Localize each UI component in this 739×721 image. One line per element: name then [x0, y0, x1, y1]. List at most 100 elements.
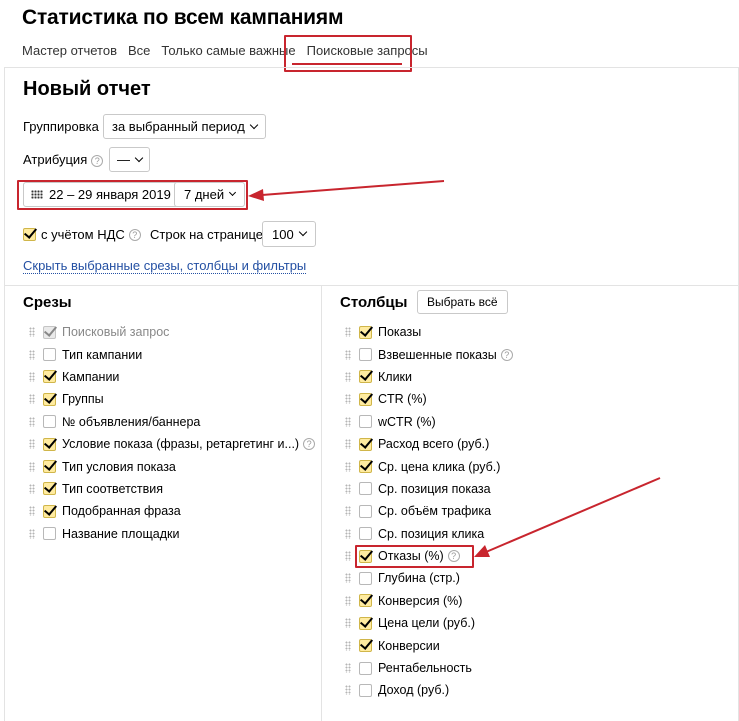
list-item[interactable]: Условие показа (фразы, ретаргетинг и...)…: [29, 433, 316, 455]
drag-handle-icon[interactable]: [345, 573, 351, 584]
list-item[interactable]: Цена цели (руб.): [345, 612, 513, 634]
drag-handle-icon[interactable]: [345, 394, 351, 405]
checkbox[interactable]: [359, 392, 372, 406]
list-item[interactable]: Ср. объём трафика: [345, 500, 513, 522]
checkbox[interactable]: [359, 325, 372, 339]
checkbox[interactable]: [43, 482, 56, 496]
list-item[interactable]: Тип кампании: [29, 343, 315, 365]
help-icon[interactable]: ?: [303, 438, 316, 451]
drag-handle-icon[interactable]: [29, 528, 35, 539]
list-item[interactable]: Кампании: [29, 366, 315, 388]
drag-handle-icon[interactable]: [345, 551, 351, 562]
drag-handle-icon[interactable]: [345, 371, 351, 382]
select-all-button[interactable]: Выбрать всё: [417, 290, 508, 314]
list-item[interactable]: CTR (%): [345, 388, 513, 410]
checkbox[interactable]: [43, 392, 56, 406]
checkbox[interactable]: [359, 594, 372, 608]
drag-handle-icon[interactable]: [345, 528, 351, 539]
hide-selection-link[interactable]: Скрыть выбранные срезы, столбцы и фильтр…: [23, 258, 307, 274]
list-item[interactable]: Расход всего (руб.): [345, 433, 513, 455]
list-item[interactable]: Ср. позиция клика: [345, 523, 513, 545]
list-item[interactable]: Показы: [345, 321, 513, 343]
period-select[interactable]: 7 дней: [174, 182, 246, 207]
checkbox[interactable]: [359, 504, 372, 518]
drag-handle-icon[interactable]: [29, 439, 35, 450]
drag-handle-icon[interactable]: [345, 506, 351, 517]
list-item[interactable]: Отказы (%)?: [345, 545, 513, 567]
checkbox[interactable]: [359, 348, 372, 362]
list-item[interactable]: Глубина (стр.): [345, 567, 513, 589]
drag-handle-icon[interactable]: [345, 595, 351, 606]
list-item[interactable]: Группы: [29, 388, 315, 410]
item-label: Тип кампании: [62, 347, 143, 362]
checkbox[interactable]: [43, 527, 56, 541]
checkbox[interactable]: [43, 504, 56, 518]
drag-handle-icon[interactable]: [29, 506, 35, 517]
vat-checkbox[interactable]: [23, 228, 36, 241]
list-item[interactable]: Название площадки: [29, 523, 315, 545]
drag-handle-icon[interactable]: [345, 439, 351, 450]
checkbox[interactable]: [359, 616, 372, 630]
drag-handle-icon[interactable]: [29, 416, 35, 427]
checkbox[interactable]: [359, 370, 372, 384]
drag-handle-icon[interactable]: [29, 461, 35, 472]
drag-handle-icon[interactable]: [345, 416, 351, 427]
rows-per-page-select[interactable]: 100: [262, 221, 316, 247]
help-icon[interactable]: ?: [447, 550, 460, 563]
list-item[interactable]: Ср. позиция показа: [345, 478, 513, 500]
list-item[interactable]: Рентабельность: [345, 657, 513, 679]
list-item[interactable]: Тип условия показа: [29, 455, 315, 477]
drag-handle-icon[interactable]: [345, 685, 351, 696]
tab-all[interactable]: Все: [128, 43, 150, 58]
checkbox[interactable]: [359, 527, 372, 541]
checkbox[interactable]: [359, 415, 372, 429]
list-item[interactable]: Ср. цена клика (руб.): [345, 455, 513, 477]
checkbox[interactable]: [43, 370, 56, 384]
checkbox[interactable]: [43, 348, 56, 362]
tab-report-wizard[interactable]: Мастер отчетов: [22, 43, 117, 58]
date-range-picker[interactable]: 22 – 29 января 2019: [23, 182, 179, 207]
list-item[interactable]: № объявления/баннера: [29, 411, 315, 433]
drag-handle-icon[interactable]: [29, 394, 35, 405]
drag-handle-icon[interactable]: [345, 618, 351, 629]
checkbox[interactable]: [359, 639, 372, 653]
drag-handle-icon[interactable]: [29, 483, 35, 494]
drag-handle-icon[interactable]: [29, 371, 35, 382]
grouping-label: Группировка: [23, 119, 99, 134]
drag-handle-icon[interactable]: [345, 483, 351, 494]
checkbox[interactable]: [359, 661, 372, 675]
drag-handle-icon[interactable]: [29, 349, 35, 360]
checkbox[interactable]: [359, 437, 372, 451]
drag-handle-icon[interactable]: [345, 461, 351, 472]
list-item[interactable]: Тип соответствия: [29, 478, 315, 500]
list-item[interactable]: Клики: [345, 366, 513, 388]
help-icon[interactable]: ?: [91, 154, 104, 167]
list-item[interactable]: Конверсия (%): [345, 590, 513, 612]
drag-handle-icon[interactable]: [345, 640, 351, 651]
checkbox[interactable]: [43, 437, 56, 451]
list-item[interactable]: Конверсии: [345, 634, 513, 656]
drag-handle-icon[interactable]: [29, 327, 35, 338]
drag-handle-icon[interactable]: [345, 349, 351, 360]
checkbox[interactable]: [359, 482, 372, 496]
drag-handle-icon[interactable]: [345, 663, 351, 674]
list-item[interactable]: wCTR (%): [345, 411, 513, 433]
checkbox[interactable]: [359, 683, 372, 697]
tab-most-important[interactable]: Только самые важные: [161, 43, 295, 58]
attribution-select[interactable]: —: [109, 147, 150, 172]
checkbox[interactable]: [359, 460, 372, 474]
checkbox[interactable]: [359, 549, 372, 563]
list-item[interactable]: Подобранная фраза: [29, 500, 315, 522]
checkbox[interactable]: [43, 460, 56, 474]
tab-search-queries[interactable]: Поисковые запросы: [307, 43, 428, 58]
vat-option[interactable]: с учётом НДС?: [23, 227, 141, 242]
checkbox[interactable]: [43, 415, 56, 429]
help-icon[interactable]: ?: [500, 348, 513, 361]
help-icon[interactable]: ?: [128, 228, 141, 241]
checkbox[interactable]: [359, 571, 372, 585]
drag-handle-icon[interactable]: [345, 327, 351, 338]
list-item[interactable]: Доход (руб.): [345, 679, 513, 701]
list-item[interactable]: Взвешенные показы?: [345, 343, 513, 365]
grouping-select[interactable]: за выбранный период: [103, 114, 266, 139]
list-item[interactable]: Поисковый запрос: [29, 321, 315, 343]
